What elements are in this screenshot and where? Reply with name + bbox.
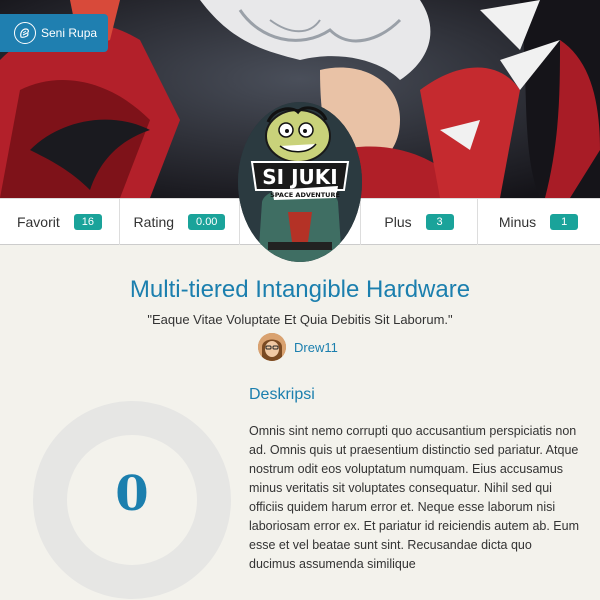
app-logo: SI JUKI SPACE ADVENTURE [238,102,362,262]
stat-minus-count: 1 [550,214,579,230]
score-value: 0 [115,466,149,522]
palette-icon [14,22,36,44]
category-label: Seni Rupa [41,26,98,40]
description-heading: Deskripsi [249,386,315,403]
stat-rating-label: Rating [133,214,175,230]
tagline-quote: "Eaque Vitae Voluptate Et Quia Debitis S… [147,312,453,327]
category-tag[interactable]: Seni Rupa [0,14,108,52]
author-link[interactable]: Drew11 [258,333,338,361]
stat-plus[interactable]: Plus 3 [360,199,478,245]
stat-minus-label: Minus [498,214,537,230]
logo-line1: SI JUKI [262,165,337,189]
stat-plus-count: 3 [425,214,454,230]
page-title: Multi-tiered Intangible Hardware [129,276,471,303]
stat-rating[interactable]: Rating 0.00 [120,199,240,245]
stat-favorit-label: Favorit [16,214,60,230]
logo-line2: SPACE ADVENTURE [270,191,340,199]
avatar [258,333,286,361]
stat-plus-label: Plus [384,214,412,230]
author-name: Drew11 [294,339,338,355]
stat-minus[interactable]: Minus 1 [478,199,599,245]
stat-favorit-count: 16 [73,214,103,230]
description-body: Omnis sint nemo corrupti quo accusantium… [249,424,580,571]
stat-favorit[interactable]: Favorit 16 [0,199,120,245]
stat-rating-value: 0.00 [188,214,226,230]
